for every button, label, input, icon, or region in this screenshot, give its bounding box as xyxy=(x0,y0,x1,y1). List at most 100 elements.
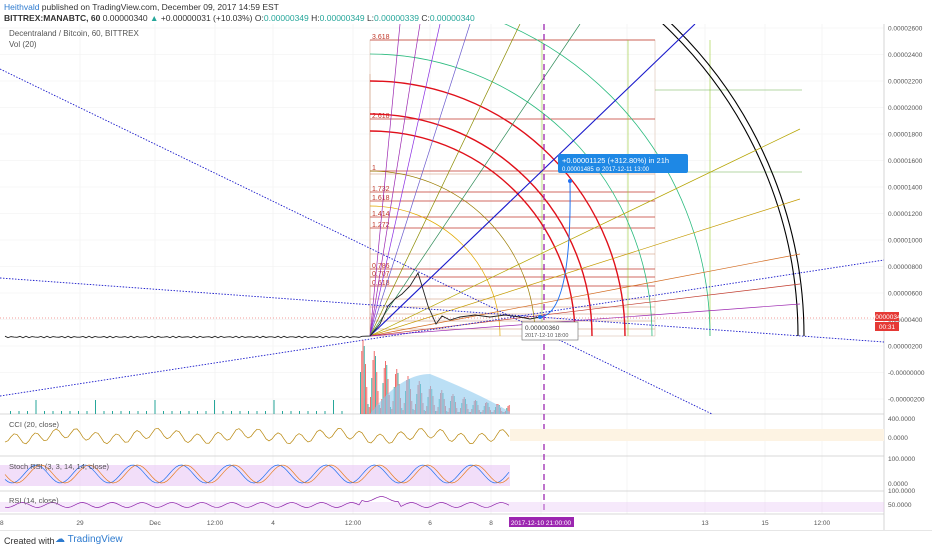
volume-bar xyxy=(129,411,130,414)
price-tick-label: 0.00002600 xyxy=(888,26,923,33)
fib-level-label: 1.732 xyxy=(372,186,390,193)
price-tick-label: 0.00001000 xyxy=(888,238,923,245)
high-label: H: xyxy=(311,13,320,23)
price-tick-label: 0.00000200 xyxy=(888,344,923,351)
low-price: 0.00000360 xyxy=(525,325,560,332)
volume-bar xyxy=(154,400,156,414)
volume-bar xyxy=(78,411,79,414)
footer-bar: Created with ☁ TradingView xyxy=(0,530,932,551)
volume-bar xyxy=(163,411,164,414)
volume-bar xyxy=(370,397,371,414)
time-tick-label: 4 xyxy=(271,520,275,527)
volume-bar xyxy=(360,372,361,414)
volume-bar xyxy=(273,400,275,414)
author-link[interactable]: Heithvald xyxy=(4,2,39,12)
high-value: 0.00000349 xyxy=(319,13,365,23)
low-annotation: 0.00000360 2017-12-10 18:00 xyxy=(521,321,579,341)
volume-bar xyxy=(299,411,300,414)
price-tick-label: 0.00001400 xyxy=(888,185,923,192)
stoch-legend: Stoch RSI (3, 3, 14, 14, close) xyxy=(9,462,110,471)
fib-level-label: 1.618 xyxy=(372,195,390,202)
last-price: 0.00000340 xyxy=(102,13,148,23)
volume-bar xyxy=(373,351,375,414)
osc-tick-label: 100.0000 xyxy=(888,456,915,463)
price-change: +0.00000031 (+10.03%) xyxy=(160,13,253,23)
fib-level-label: 3.618 xyxy=(372,34,390,41)
price-tag-countdown: 00:31 xyxy=(879,324,896,331)
open-value: 0.00000349 xyxy=(263,13,309,23)
volume-bar xyxy=(146,411,147,414)
symbol-label: BITTREX:MANABTC, 60 xyxy=(4,13,101,23)
volume-bar xyxy=(361,351,363,414)
osc-tick-label: 0.0000 xyxy=(888,435,908,442)
projection-end-point xyxy=(568,179,572,183)
price-tick-label: 0.00000800 xyxy=(888,264,923,271)
volume-bar xyxy=(205,411,207,414)
price-tick-label: 0.00001200 xyxy=(888,211,923,218)
time-highlight-label: 2017-12-10 21:00:00 xyxy=(511,520,572,527)
time-tick-label: 12:00 xyxy=(814,520,831,527)
price-tick-label: 0.00002400 xyxy=(888,52,923,59)
low-value: 0.00000339 xyxy=(374,13,419,23)
volume-bar xyxy=(341,411,343,414)
price-tick-label: 0.00002200 xyxy=(888,79,923,86)
volume-bar xyxy=(137,411,139,414)
volume-bar xyxy=(171,411,173,414)
cci-legend: CCI (20, close) xyxy=(9,420,60,429)
volume-bar xyxy=(180,411,181,414)
volume-bar xyxy=(44,411,45,414)
volume-bar xyxy=(367,404,369,414)
volume-bar xyxy=(35,400,37,414)
volume-bar xyxy=(112,411,113,414)
low-label: L: xyxy=(366,13,375,23)
volume-bar xyxy=(372,360,374,414)
time-tick-label: 13 xyxy=(701,520,709,527)
fib-level-label: 0.707 xyxy=(372,271,390,278)
close-label: C: xyxy=(421,13,430,23)
volume-bar xyxy=(316,411,317,414)
projection-start-point xyxy=(538,315,542,319)
osc-tick-label: 50.0000 xyxy=(888,502,912,509)
volume-bar xyxy=(95,400,96,414)
created-with: Created with xyxy=(4,536,55,546)
volume-bar xyxy=(231,411,232,414)
open-label: O: xyxy=(254,13,264,23)
volume-bar xyxy=(256,411,258,414)
volume-bar xyxy=(239,411,241,414)
tradingview-logo[interactable]: ☁ TradingView xyxy=(55,534,123,545)
volume-bar xyxy=(362,340,364,414)
volume-bar xyxy=(371,378,373,414)
chart-title: Decentraland / Bitcoin, 60, BITTREX xyxy=(9,29,140,38)
price-tick-label: -0.00000000 xyxy=(888,370,925,377)
rsi-band xyxy=(0,502,884,512)
measure-gain: +0.00001125 (+312.80%) in 21h xyxy=(562,156,669,165)
volume-bar xyxy=(27,411,28,414)
volume-bar xyxy=(86,411,88,414)
price-tick-label: 0.00001800 xyxy=(888,132,923,139)
osc-tick-label: 400.0000 xyxy=(888,416,915,423)
volume-bar xyxy=(282,411,283,414)
volume-bar xyxy=(103,411,105,414)
volume-bar xyxy=(363,346,365,414)
volume-bar xyxy=(52,411,54,414)
volume-bar xyxy=(188,411,190,414)
volume-bar xyxy=(214,400,215,414)
time-tick-label: 12:00 xyxy=(345,520,362,527)
time-tick-label: 12:00 xyxy=(207,520,224,527)
volume-bar xyxy=(248,411,249,414)
chart-canvas[interactable]: 13.6182.6181.7321.6181.4141.2720.7860.70… xyxy=(0,24,932,530)
price-axis: 0.00002600 0.00002400 0.00002200 0.00002000… xyxy=(888,26,925,510)
fib-level-label: 1.414 xyxy=(372,211,390,218)
volume-bar xyxy=(333,400,334,414)
up-arrow-icon: ▲ xyxy=(150,13,159,23)
time-tick-label: 18 xyxy=(0,520,4,527)
volume-bar xyxy=(222,411,224,414)
publish-info: published on TradingView.com, December 0… xyxy=(39,2,279,12)
volume-bar xyxy=(365,364,366,414)
volume-bar xyxy=(290,411,292,414)
time-highlight: 2017-12-10 21:00:00 xyxy=(509,517,574,527)
volume-bar xyxy=(18,411,20,414)
price-tag-value: 0.00000340 xyxy=(870,314,905,321)
price-tick-label: 0.00000600 xyxy=(888,291,923,298)
measure-annotation[interactable]: +0.00001125 (+312.80%) in 21h 0.00001485… xyxy=(558,154,688,173)
